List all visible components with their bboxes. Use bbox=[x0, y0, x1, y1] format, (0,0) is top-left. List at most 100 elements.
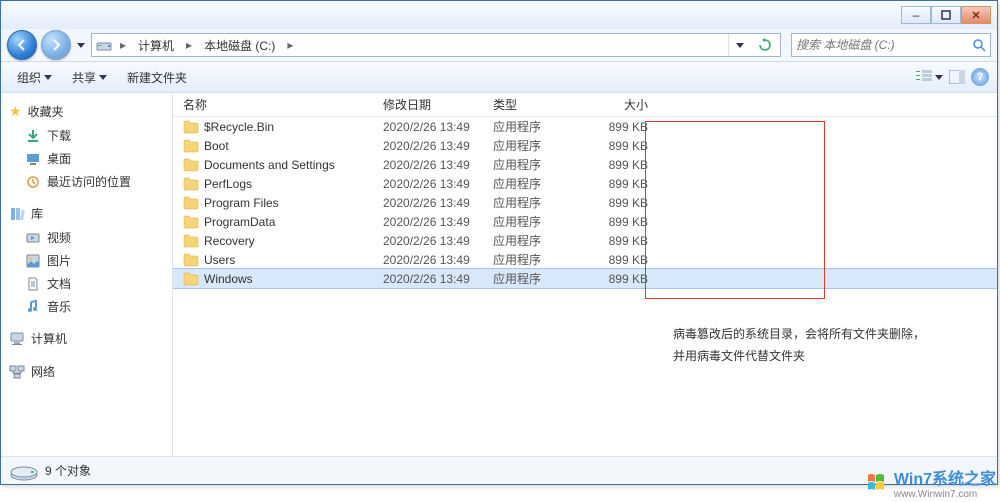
search-icon bbox=[972, 38, 986, 52]
file-type: 应用程序 bbox=[493, 251, 588, 268]
nav-bar: ▸ 计算机 ▸ 本地磁盘 (C:) ▸ bbox=[1, 29, 997, 61]
file-date: 2020/2/26 13:49 bbox=[383, 215, 493, 229]
file-size: 899 KB bbox=[588, 253, 658, 267]
status-count: 9 个对象 bbox=[45, 462, 91, 479]
file-size: 899 KB bbox=[588, 120, 658, 134]
file-row[interactable]: Boot2020/2/26 13:49应用程序899 KB bbox=[173, 136, 997, 155]
newfolder-button[interactable]: 新建文件夹 bbox=[119, 65, 195, 90]
item-icon bbox=[25, 299, 41, 315]
close-button[interactable] bbox=[961, 6, 991, 24]
sidebar-favorites-header[interactable]: ★收藏夹 bbox=[1, 99, 172, 124]
computer-icon bbox=[9, 331, 25, 347]
file-name: Documents and Settings bbox=[183, 158, 383, 172]
file-type: 应用程序 bbox=[493, 194, 588, 211]
item-icon bbox=[25, 253, 41, 269]
file-name: Boot bbox=[183, 139, 383, 153]
help-button[interactable]: ? bbox=[971, 68, 989, 86]
file-name: PerfLogs bbox=[183, 177, 383, 191]
sidebar-item[interactable]: 图片 bbox=[1, 249, 172, 272]
star-icon: ★ bbox=[9, 103, 22, 120]
drive-icon bbox=[9, 461, 39, 481]
preview-pane-button[interactable] bbox=[949, 70, 965, 84]
file-row[interactable]: ProgramData2020/2/26 13:49应用程序899 KB bbox=[173, 212, 997, 231]
minimize-button[interactable]: – bbox=[901, 6, 931, 24]
file-type: 应用程序 bbox=[493, 118, 588, 135]
refresh-button[interactable] bbox=[754, 38, 776, 52]
status-bar: 9 个对象 bbox=[1, 456, 997, 484]
breadcrumb-sep: ▸ bbox=[283, 38, 297, 52]
file-date: 2020/2/26 13:49 bbox=[383, 120, 493, 134]
item-icon bbox=[25, 151, 41, 167]
sidebar: ★收藏夹 下载桌面最近访问的位置 库 视频图片文档音乐 计算机 网络 bbox=[1, 93, 173, 456]
annotation-text: 病毒篡改后的系统目录，会将所有文件夹删除， 并用病毒文件代替文件夹 bbox=[673, 323, 925, 367]
file-type: 应用程序 bbox=[493, 270, 588, 287]
file-row[interactable]: $Recycle.Bin2020/2/26 13:49应用程序899 KB bbox=[173, 117, 997, 136]
breadcrumb-sep: ▸ bbox=[182, 38, 196, 52]
sidebar-item[interactable]: 视频 bbox=[1, 226, 172, 249]
item-icon bbox=[25, 276, 41, 292]
sidebar-item[interactable]: 最近访问的位置 bbox=[1, 170, 172, 193]
col-size[interactable]: 大小 bbox=[588, 96, 658, 113]
search-box[interactable] bbox=[791, 33, 991, 57]
file-name: $Recycle.Bin bbox=[183, 120, 383, 134]
file-row[interactable]: Windows2020/2/26 13:49应用程序899 KB bbox=[173, 269, 997, 288]
file-date: 2020/2/26 13:49 bbox=[383, 272, 493, 286]
watermark-title: Win7系统之家 bbox=[894, 471, 996, 488]
file-row[interactable]: Users2020/2/26 13:49应用程序899 KB bbox=[173, 250, 997, 269]
search-input[interactable] bbox=[796, 38, 972, 52]
window-controls: – bbox=[901, 6, 991, 24]
back-button[interactable] bbox=[7, 30, 37, 60]
sidebar-item[interactable]: 音乐 bbox=[1, 295, 172, 318]
file-size: 899 KB bbox=[588, 158, 658, 172]
sidebar-item[interactable]: 文档 bbox=[1, 272, 172, 295]
file-row[interactable]: Program Files2020/2/26 13:49应用程序899 KB bbox=[173, 193, 997, 212]
file-date: 2020/2/26 13:49 bbox=[383, 177, 493, 191]
watermark-sub: www.Winwin7.com bbox=[894, 489, 996, 500]
view-mode-button[interactable] bbox=[916, 70, 943, 84]
history-dropdown[interactable] bbox=[75, 33, 87, 57]
col-name[interactable]: 名称 bbox=[183, 96, 383, 113]
sidebar-libraries-header[interactable]: 库 bbox=[1, 201, 172, 226]
col-date[interactable]: 修改日期 bbox=[383, 96, 493, 113]
titlebar[interactable]: – bbox=[1, 1, 997, 29]
file-date: 2020/2/26 13:49 bbox=[383, 158, 493, 172]
windows-logo-icon bbox=[866, 471, 890, 495]
address-bar[interactable]: ▸ 计算机 ▸ 本地磁盘 (C:) ▸ bbox=[91, 33, 781, 57]
libraries-icon bbox=[9, 206, 25, 222]
forward-button[interactable] bbox=[41, 30, 71, 60]
column-headers: 名称 修改日期 类型 大小 bbox=[173, 93, 997, 117]
share-button[interactable]: 共享 bbox=[64, 65, 115, 90]
file-list[interactable]: 名称 修改日期 类型 大小 $Recycle.Bin2020/2/26 13:4… bbox=[173, 93, 997, 456]
file-type: 应用程序 bbox=[493, 213, 588, 230]
file-size: 899 KB bbox=[588, 139, 658, 153]
col-type[interactable]: 类型 bbox=[493, 96, 588, 113]
file-size: 899 KB bbox=[588, 272, 658, 286]
file-name: Users bbox=[183, 253, 383, 267]
explorer-window: – ▸ 计算机 ▸ 本地磁盘 (C:) ▸ 组织 共享 新建文件夹 bbox=[0, 0, 998, 485]
watermark: Win7系统之家 www.Winwin7.com bbox=[866, 465, 996, 500]
sidebar-item[interactable]: 下载 bbox=[1, 124, 172, 147]
sidebar-computer[interactable]: 计算机 bbox=[1, 326, 172, 351]
file-name: ProgramData bbox=[183, 215, 383, 229]
organize-button[interactable]: 组织 bbox=[9, 65, 60, 90]
file-size: 899 KB bbox=[588, 177, 658, 191]
file-name: Recovery bbox=[183, 234, 383, 248]
sidebar-network[interactable]: 网络 bbox=[1, 359, 172, 384]
file-date: 2020/2/26 13:49 bbox=[383, 196, 493, 210]
file-row[interactable]: PerfLogs2020/2/26 13:49应用程序899 KB bbox=[173, 174, 997, 193]
item-icon bbox=[25, 230, 41, 246]
breadcrumb-computer[interactable]: 计算机 bbox=[134, 35, 178, 56]
file-name: Program Files bbox=[183, 196, 383, 210]
file-row[interactable]: Documents and Settings2020/2/26 13:49应用程… bbox=[173, 155, 997, 174]
file-row[interactable]: Recovery2020/2/26 13:49应用程序899 KB bbox=[173, 231, 997, 250]
maximize-button[interactable] bbox=[931, 6, 961, 24]
file-name: Windows bbox=[183, 272, 383, 286]
file-date: 2020/2/26 13:49 bbox=[383, 234, 493, 248]
breadcrumb-drive[interactable]: 本地磁盘 (C:) bbox=[200, 35, 279, 56]
file-date: 2020/2/26 13:49 bbox=[383, 253, 493, 267]
file-type: 应用程序 bbox=[493, 137, 588, 154]
body: ★收藏夹 下载桌面最近访问的位置 库 视频图片文档音乐 计算机 网络 bbox=[1, 93, 997, 456]
address-dropdown[interactable] bbox=[728, 34, 750, 56]
sidebar-item[interactable]: 桌面 bbox=[1, 147, 172, 170]
file-type: 应用程序 bbox=[493, 175, 588, 192]
